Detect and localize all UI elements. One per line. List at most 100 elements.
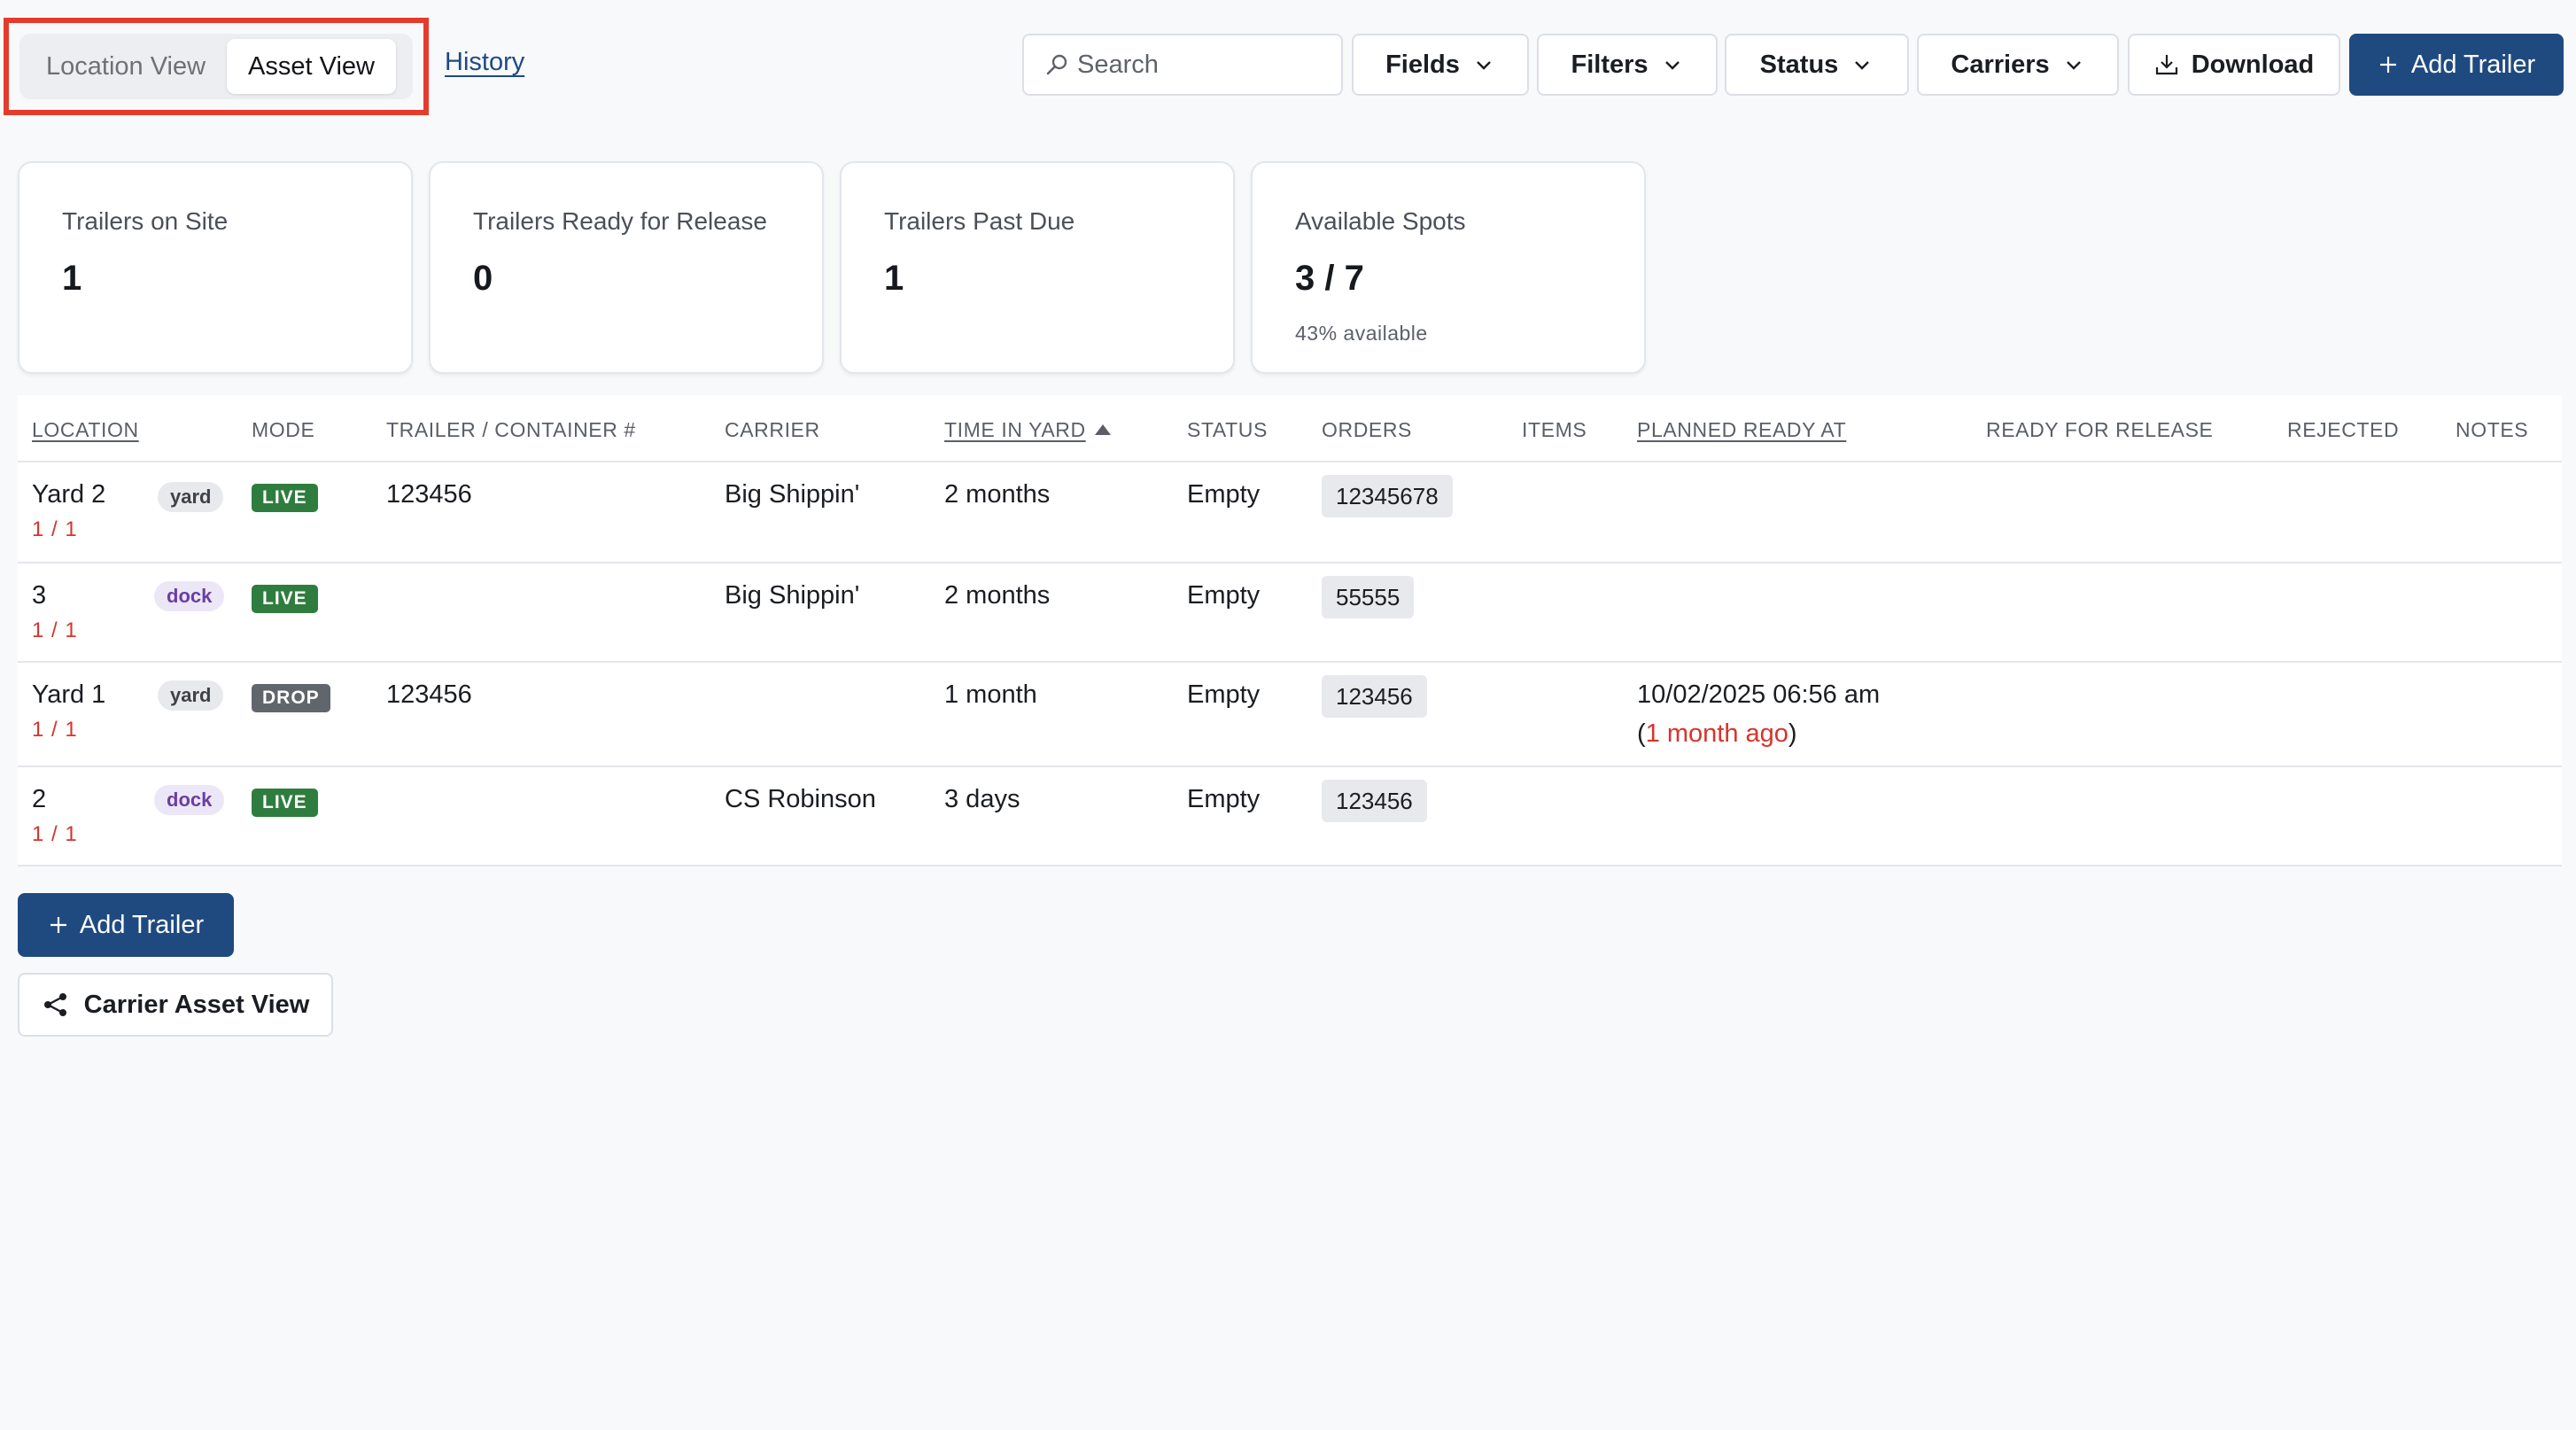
column-header-items: ITEMS <box>1522 418 1587 441</box>
chevron-down-icon <box>2066 61 2081 70</box>
location-count: 1 / 1 <box>32 718 78 742</box>
order-chip[interactable]: 12345678 <box>1322 475 1453 517</box>
search-icon <box>1046 54 1067 75</box>
trailer-status: Empty <box>1187 680 1261 709</box>
trailer-status: Empty <box>1187 785 1261 813</box>
location-count: 1 / 1 <box>32 618 78 642</box>
stat-value: 1 <box>884 259 904 298</box>
trailers-table: LOCATION MODE TRAILER / CONTAINER # CARR… <box>18 395 2562 867</box>
search-box[interactable] <box>1022 34 1343 96</box>
carrier-name: Big Shippin' <box>725 581 860 610</box>
location-type-tag: dock <box>154 785 225 815</box>
stat-title: Trailers Past Due <box>884 207 1075 235</box>
chevron-down-icon <box>1664 61 1680 70</box>
column-header-carrier: CARRIER <box>725 418 820 441</box>
planned-relative: (1 month ago) <box>1637 719 1797 749</box>
stat-card-available-spots: Available Spots 3 / 7 43% available <box>1251 161 1646 374</box>
chevron-down-icon <box>1477 61 1491 70</box>
time-in-yard: 2 months <box>944 480 1051 509</box>
trailer-number: 123456 <box>386 480 472 509</box>
location-type-tag: dock <box>154 581 225 611</box>
location-view-toggle[interactable]: Location View <box>25 39 227 94</box>
column-header-planned-ready-at[interactable]: PLANNED READY AT <box>1637 418 1846 442</box>
download-label: Download <box>2191 50 2315 79</box>
stat-card-trailers-on-site: Trailers on Site 1 <box>18 161 413 374</box>
column-header-time-in-yard[interactable]: TIME IN YARD <box>944 418 1111 442</box>
location-type-tag: yard <box>158 680 224 711</box>
filters-dropdown[interactable]: Filters <box>1537 34 1718 96</box>
top-bar: Location View Asset View History Fields … <box>0 0 2576 133</box>
column-header-location[interactable]: LOCATION <box>32 418 139 442</box>
carrier-asset-view-button[interactable]: Carrier Asset View <box>18 973 333 1037</box>
planned-ready-at: 10/02/2025 06:56 am <box>1637 680 1881 709</box>
fields-dropdown[interactable]: Fields <box>1352 34 1529 96</box>
location-name: Yard 1 <box>32 680 106 709</box>
location-name: 2 <box>32 785 47 813</box>
time-in-yard: 2 months <box>944 581 1051 610</box>
mode-badge: DROP <box>252 684 330 712</box>
filters-label: Filters <box>1571 50 1649 79</box>
add-trailer-bottom-button[interactable]: Add Trailer <box>18 893 234 957</box>
location-count: 1 / 1 <box>32 517 78 541</box>
chevron-down-icon <box>1855 61 1870 70</box>
column-header-orders: ORDERS <box>1322 418 1413 441</box>
stat-value: 1 <box>62 259 82 298</box>
history-link[interactable]: History <box>445 48 524 77</box>
table-row[interactable]: 2 1 / 1 dock LIVE CS Robinson 3 days Emp… <box>18 767 2562 867</box>
status-label: Status <box>1759 50 1839 79</box>
download-button[interactable]: Download <box>2128 34 2340 96</box>
sort-ascending-icon <box>1094 424 1111 435</box>
stat-title: Trailers Ready for Release <box>473 207 767 235</box>
time-in-yard: 1 month <box>944 680 1037 709</box>
location-name: 3 <box>32 581 47 610</box>
location-count: 1 / 1 <box>32 822 78 846</box>
plus-icon <box>50 917 66 933</box>
asset-view-toggle[interactable]: Asset View <box>227 39 396 94</box>
time-in-yard-label: TIME IN YARD <box>944 418 1086 441</box>
time-in-yard: 3 days <box>944 785 1020 813</box>
fields-label: Fields <box>1385 50 1460 79</box>
mode-badge: LIVE <box>252 484 318 512</box>
carriers-label: Carriers <box>1951 50 2050 79</box>
planned-paren-close: ) <box>1788 719 1797 748</box>
table-row[interactable]: Yard 2 1 / 1 yard LIVE 123456 Big Shippi… <box>18 462 2562 563</box>
stat-title: Trailers on Site <box>62 207 229 235</box>
stat-title: Available Spots <box>1295 207 1466 235</box>
planned-paren-open: ( <box>1637 719 1646 748</box>
plus-icon <box>2379 57 2396 73</box>
column-header-notes: NOTES <box>2456 418 2529 441</box>
view-toggle: Location View Asset View <box>19 34 413 99</box>
order-chip[interactable]: 123456 <box>1322 780 1427 822</box>
column-header-ready-for-release: READY FOR RELEASE <box>1986 418 2214 441</box>
share-icon <box>43 993 66 1016</box>
search-input[interactable] <box>1077 50 1334 80</box>
column-header-rejected: REJECTED <box>2287 418 2400 441</box>
stat-card-past-due: Trailers Past Due 1 <box>840 161 1235 374</box>
add-trailer-bottom-label: Add Trailer <box>79 910 205 939</box>
stat-value: 3 / 7 <box>1295 259 1364 298</box>
stat-value: 0 <box>473 259 493 298</box>
trailer-status: Empty <box>1187 480 1261 509</box>
status-dropdown[interactable]: Status <box>1725 34 1909 96</box>
planned-ago: 1 month ago <box>1645 719 1788 748</box>
stat-card-ready-for-release: Trailers Ready for Release 0 <box>429 161 824 374</box>
column-header-trailer: TRAILER / CONTAINER # <box>386 418 636 441</box>
location-type-tag: yard <box>158 482 224 512</box>
add-trailer-button[interactable]: Add Trailer <box>2349 34 2564 96</box>
carrier-asset-view-label: Carrier Asset View <box>83 990 310 1019</box>
table-row[interactable]: 3 1 / 1 dock LIVE Big Shippin' 2 months … <box>18 563 2562 663</box>
mode-badge: LIVE <box>252 585 318 613</box>
order-chip[interactable]: 55555 <box>1322 576 1415 618</box>
stat-subtitle: 43% available <box>1295 322 1428 345</box>
column-header-mode: MODE <box>252 418 315 441</box>
trailer-number: 123456 <box>386 680 472 709</box>
mode-badge: LIVE <box>252 789 318 817</box>
order-chip[interactable]: 123456 <box>1322 675 1427 718</box>
table-row[interactable]: Yard 1 1 / 1 yard DROP 123456 1 month Em… <box>18 663 2562 767</box>
carriers-dropdown[interactable]: Carriers <box>1917 34 2119 96</box>
trailer-status: Empty <box>1187 581 1261 610</box>
download-icon <box>2155 55 2177 75</box>
location-name: Yard 2 <box>32 480 106 509</box>
carrier-name: Big Shippin' <box>725 480 860 509</box>
add-trailer-label: Add Trailer <box>2410 50 2536 79</box>
